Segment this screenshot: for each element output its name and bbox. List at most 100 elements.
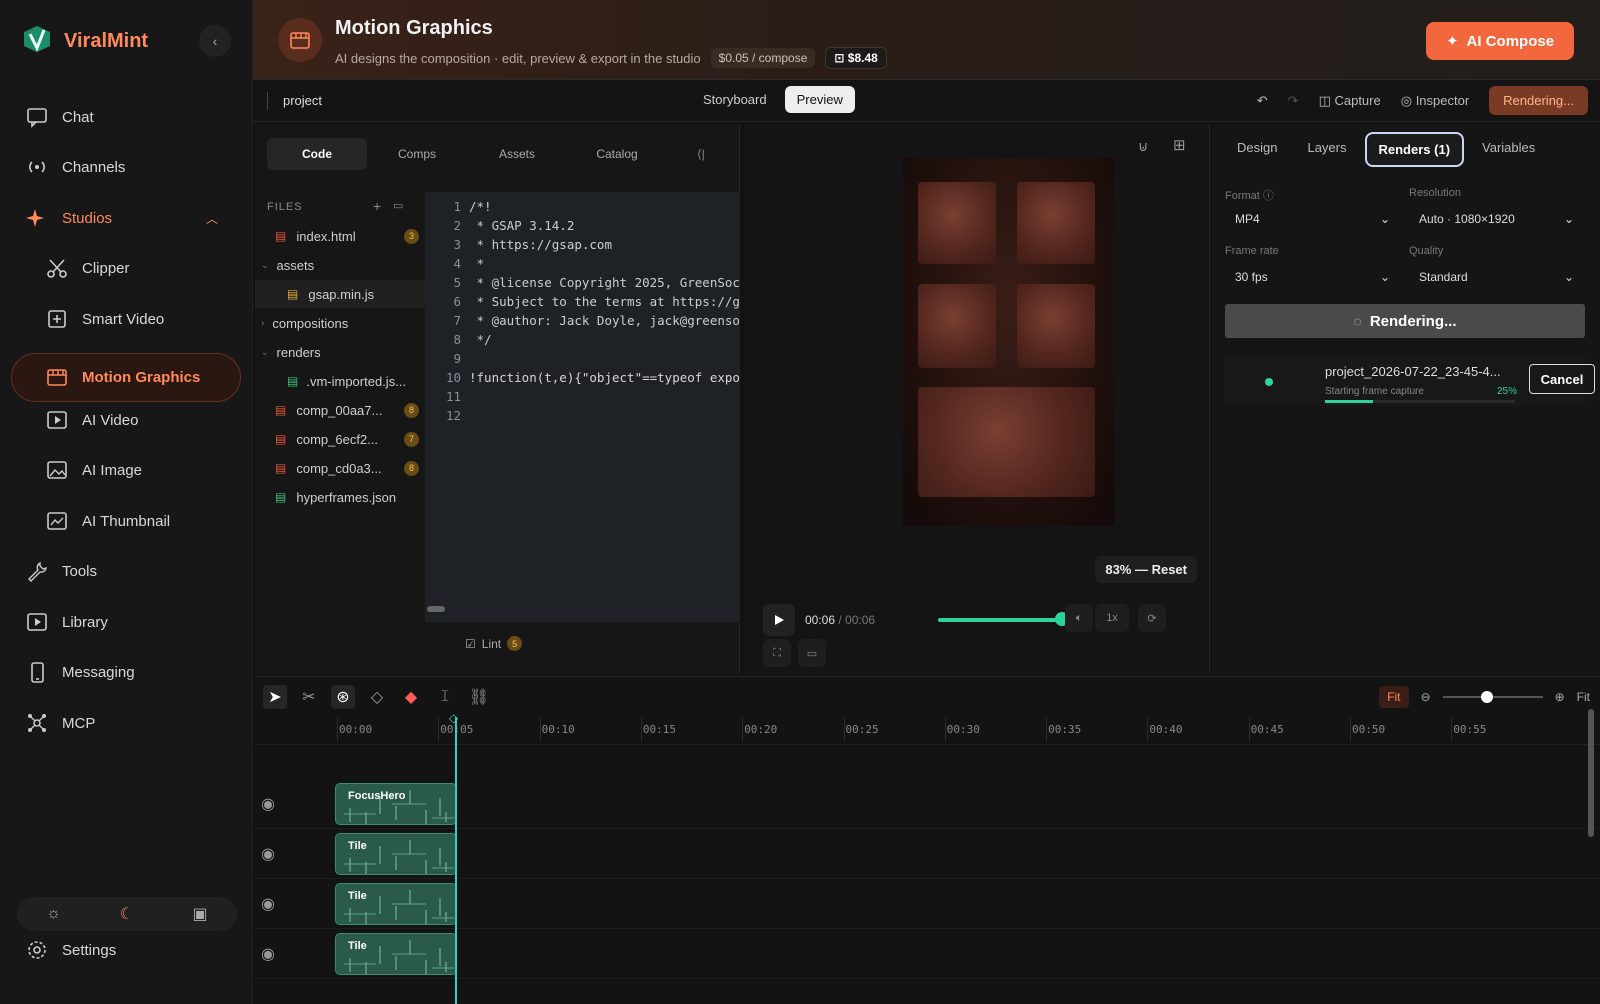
file-row[interactable]: ▤ .vm-imported.js... bbox=[255, 367, 425, 395]
tab-comps[interactable]: Comps bbox=[367, 138, 467, 170]
format-label-text: Format bbox=[1225, 190, 1260, 202]
nav-smart-video-label: Smart Video bbox=[82, 310, 165, 328]
timeline-clip[interactable]: Tile bbox=[335, 933, 457, 975]
file-row[interactable]: ▤ index.html 3 bbox=[255, 222, 425, 250]
nav-settings[interactable]: Settings bbox=[26, 930, 116, 970]
tab-catalog[interactable]: Catalog bbox=[567, 138, 667, 170]
format-select[interactable]: MP4 ⌄ bbox=[1225, 204, 1400, 234]
select-tool-icon[interactable]: ➤ bbox=[263, 685, 287, 709]
nav-ai-thumbnail[interactable]: AI Thumbnail bbox=[46, 501, 170, 541]
eye-icon[interactable]: ◉ bbox=[259, 795, 277, 813]
nav-messaging[interactable]: Messaging bbox=[26, 652, 135, 692]
tab-code[interactable]: Code bbox=[267, 138, 367, 170]
rendering-button[interactable]: ◌ Rendering... bbox=[1225, 304, 1585, 338]
magnet-icon[interactable]: ⊍ bbox=[1138, 138, 1148, 155]
fit-label[interactable]: Fit bbox=[1577, 690, 1590, 704]
play-button[interactable] bbox=[763, 604, 795, 636]
scissors-icon[interactable]: ✂ bbox=[297, 685, 321, 709]
folder-row[interactable]: › compositions bbox=[255, 309, 425, 337]
folder-row[interactable]: ⌄ assets bbox=[255, 251, 425, 279]
quality-select[interactable]: Standard ⌄ bbox=[1409, 262, 1584, 292]
file-row[interactable]: ▤ comp_00aa7... 8 bbox=[255, 396, 425, 424]
timeline-clip[interactable]: FocusHero bbox=[335, 783, 457, 825]
file-row-selected[interactable]: ▤ gsap.min.js bbox=[255, 280, 425, 308]
tab-design[interactable]: Design bbox=[1225, 132, 1289, 167]
redo-icon[interactable]: ↷ bbox=[1288, 93, 1299, 109]
zoom-slider[interactable] bbox=[1442, 691, 1543, 703]
monitor-icon[interactable]: ▣ bbox=[193, 904, 208, 924]
nav-studios[interactable]: Studios ︿ bbox=[26, 198, 218, 238]
grid-icon[interactable]: ⊞ bbox=[1173, 136, 1186, 154]
resolution-select[interactable]: Auto · 1080×1920 ⌄ bbox=[1409, 204, 1584, 234]
file-row[interactable]: ▤ hyperframes.json bbox=[255, 483, 425, 511]
folder-row[interactable]: ⌄ renders bbox=[255, 338, 425, 366]
ai-compose-button[interactable]: ✦ AI Compose bbox=[1426, 22, 1574, 60]
nav-smart-video[interactable]: Smart Video bbox=[46, 299, 164, 339]
add-keyframe-icon[interactable]: ◆ bbox=[399, 685, 423, 709]
nav-mcp[interactable]: MCP bbox=[26, 703, 95, 743]
lint-button[interactable]: ☑ Lint 5 bbox=[465, 636, 523, 651]
framerate-select[interactable]: 30 fps ⌄ bbox=[1225, 262, 1400, 292]
text-cursor-icon[interactable]: 𝙸 bbox=[433, 685, 457, 709]
nav-ai-image[interactable]: AI Image bbox=[46, 450, 142, 490]
job-progress-fill bbox=[1325, 400, 1373, 403]
eye-icon[interactable]: ◉ bbox=[259, 945, 277, 963]
add-file-icon[interactable]: + bbox=[373, 198, 381, 214]
tab-renders[interactable]: Renders (1) bbox=[1364, 132, 1465, 167]
panel-tabs: Design Layers Renders (1) Variables bbox=[1225, 132, 1547, 167]
storyboard-tab[interactable]: Storyboard bbox=[691, 86, 779, 113]
tab-variables[interactable]: Variables bbox=[1470, 132, 1547, 167]
code-editor[interactable]: 1 2 3 4 5 6 7 8 9 10 11 12 /*! * GSAP 3.14.2 * http… bbox=[425, 192, 740, 622]
speed-button[interactable]: 1x bbox=[1095, 604, 1129, 632]
nav-library[interactable]: Library bbox=[26, 602, 108, 642]
undo-icon[interactable]: ↶ bbox=[1257, 93, 1268, 109]
scrub-bar[interactable] bbox=[938, 618, 1063, 622]
collapse-sidebar-button[interactable]: ‹ bbox=[199, 25, 231, 57]
preview-tab[interactable]: Preview bbox=[784, 86, 855, 113]
fullscreen-button[interactable]: ⛶ bbox=[763, 639, 791, 667]
timeline-clip[interactable]: Tile bbox=[335, 883, 457, 925]
tick-line bbox=[438, 717, 440, 741]
captions-button[interactable]: ▭ bbox=[798, 639, 826, 667]
cancel-button[interactable]: Cancel bbox=[1529, 364, 1595, 394]
snap-icon[interactable]: ⊛ bbox=[331, 685, 355, 709]
file-row[interactable]: ▤ comp_6ecf2... 7 bbox=[255, 425, 425, 453]
eye-icon[interactable]: ◉ bbox=[259, 845, 277, 863]
lint-label: Lint bbox=[481, 636, 502, 651]
loop-button[interactable]: ⟳ bbox=[1138, 604, 1166, 632]
fit-button[interactable]: Fit bbox=[1379, 686, 1409, 708]
link-icon[interactable]: ⛓ bbox=[467, 685, 491, 709]
playhead-handle-icon[interactable]: ◇ bbox=[449, 711, 458, 725]
nav-motion-graphics[interactable]: Motion Graphics bbox=[46, 357, 200, 397]
volume-button[interactable]: 🔈︎ bbox=[1065, 604, 1093, 632]
project-name[interactable]: project bbox=[283, 93, 322, 108]
tick-label: 00:45 bbox=[1250, 723, 1284, 736]
keyframe-icon[interactable]: ◇ bbox=[365, 685, 389, 709]
zoom-reset-button[interactable]: 83% — Reset bbox=[1095, 556, 1197, 583]
inspector-button[interactable]: ◎ Inspector bbox=[1401, 93, 1469, 109]
add-folder-icon[interactable]: ▭ bbox=[393, 199, 403, 212]
zoom-slider-handle[interactable] bbox=[1480, 691, 1493, 703]
eye-icon[interactable]: ◉ bbox=[259, 895, 277, 913]
tab-layers[interactable]: Layers bbox=[1295, 132, 1358, 167]
preview-canvas[interactable] bbox=[903, 158, 1114, 526]
nav-clipper[interactable]: Clipper bbox=[46, 248, 130, 288]
file-row[interactable]: ▤ comp_cd0a3... 8 bbox=[255, 454, 425, 482]
horizontal-scrollbar[interactable] bbox=[427, 606, 445, 612]
tab-assets[interactable]: Assets bbox=[467, 138, 567, 170]
nav-channels[interactable]: Channels bbox=[26, 147, 125, 187]
collapse-panel-icon[interactable]: ⟨| bbox=[697, 147, 705, 161]
playhead[interactable]: ◇ bbox=[449, 711, 458, 1004]
sun-icon[interactable]: ☼ bbox=[46, 905, 61, 923]
moon-icon[interactable]: ☾ bbox=[120, 904, 134, 924]
render-button[interactable]: Rendering... bbox=[1489, 86, 1588, 115]
nav-tools[interactable]: Tools bbox=[26, 551, 97, 591]
zoom-out-icon[interactable]: ⊖ bbox=[1421, 690, 1431, 704]
capture-button[interactable]: ◫ Capture bbox=[1319, 93, 1381, 109]
brand[interactable]: ViralMint bbox=[20, 22, 148, 61]
zoom-in-icon[interactable]: ⊕ bbox=[1555, 690, 1565, 704]
timeline-clip[interactable]: Tile bbox=[335, 833, 457, 875]
nav-chat[interactable]: Chat bbox=[26, 97, 94, 137]
vertical-scrollbar[interactable] bbox=[1588, 709, 1594, 837]
nav-ai-video[interactable]: AI Video bbox=[46, 400, 138, 440]
